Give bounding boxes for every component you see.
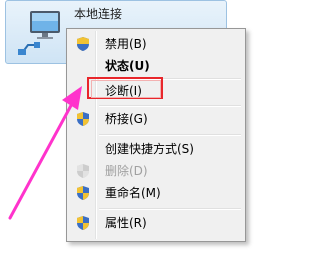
adapter-title: 本地连接	[74, 7, 123, 21]
menu-item-rename[interactable]: 重命名(M)	[69, 182, 243, 204]
uac-shield-icon	[75, 185, 91, 201]
menu-item-diagnose[interactable]: 诊断(I)	[69, 80, 243, 102]
uac-shield-icon	[75, 111, 91, 127]
menu-item-properties[interactable]: 属性(R)	[69, 212, 243, 234]
uac-shield-icon	[75, 215, 91, 231]
menu-separator	[99, 208, 241, 210]
uac-shield-icon	[75, 36, 91, 52]
menu-item-bridge[interactable]: 桥接(G)	[69, 108, 243, 130]
menu-item-label: 重命名(M)	[105, 186, 161, 200]
network-adapter-icon	[16, 5, 68, 57]
uac-shield-icon	[75, 163, 91, 179]
menu-separator	[99, 134, 241, 136]
menu-item-label: 创建快捷方式(S)	[105, 142, 194, 156]
menu-item-status[interactable]: 状态(U)	[69, 55, 243, 77]
menu-item-label: 禁用(B)	[105, 37, 147, 51]
menu-item-label: 状态(U)	[105, 59, 150, 73]
menu-separator	[99, 105, 241, 107]
menu-item-label: 删除(D)	[105, 164, 148, 178]
menu-item-label: 属性(R)	[105, 216, 147, 230]
page: 本地连接 禁用(B) 状态(U) 诊断(I) 桥接(G) 创建快捷方式(S) 删…	[0, 0, 269, 253]
menu-item-disable[interactable]: 禁用(B)	[69, 33, 243, 55]
context-menu: 禁用(B) 状态(U) 诊断(I) 桥接(G) 创建快捷方式(S) 删除(D) …	[66, 28, 246, 242]
menu-item-label: 桥接(G)	[105, 112, 148, 126]
menu-item-create-shortcut[interactable]: 创建快捷方式(S)	[69, 138, 243, 160]
menu-item-label: 诊断(I)	[105, 84, 142, 98]
menu-item-delete: 删除(D)	[69, 160, 243, 182]
